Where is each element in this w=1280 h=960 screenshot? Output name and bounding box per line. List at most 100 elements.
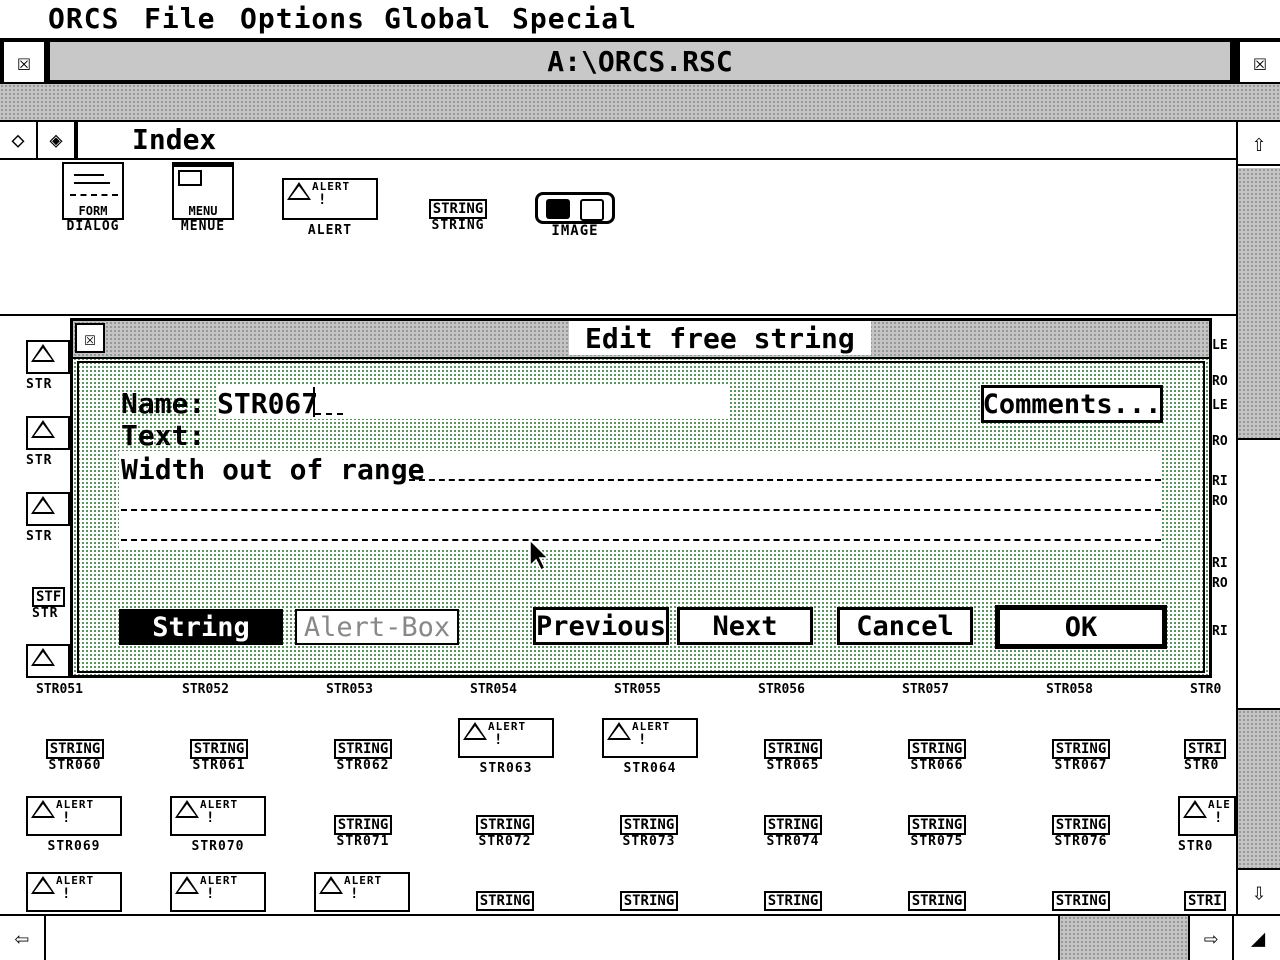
image-icon (535, 192, 615, 224)
index-type-pane: FORM DIALOG MENU MENUE ALERT! ALERT STRI… (0, 160, 1236, 316)
string-icon: STRING (428, 199, 488, 219)
object-item[interactable]: STF STR (32, 586, 72, 621)
pane-toolbar: ◇ ◈ Index (0, 122, 1236, 160)
object-label[interactable]: STR057 (902, 682, 949, 697)
type-string[interactable]: STRING STRING (414, 198, 502, 233)
object-item[interactable]: ALERT! STR063 (458, 718, 554, 776)
menu-bar: ORCS File Options Global Special (0, 0, 1280, 38)
text-line-2[interactable] (119, 485, 1161, 517)
type-string-label: STRING (431, 218, 485, 233)
object-item[interactable]: STRING STR074 (750, 814, 836, 849)
text-line-3[interactable] (119, 517, 1161, 549)
resize-icon[interactable]: ◢ (1236, 916, 1280, 960)
object-item[interactable]: STRING STR067 (1038, 738, 1124, 773)
object-item[interactable]: ALE! STR0 (1178, 796, 1236, 854)
object-item[interactable]: ALERT! (170, 872, 266, 914)
scroll-track-upper[interactable] (1238, 168, 1280, 438)
object-item[interactable]: STRING STR066 (894, 738, 980, 773)
scroll-track-lower[interactable] (1238, 710, 1280, 868)
menu-orcs[interactable]: ORCS (48, 2, 119, 35)
dialog-titlebar[interactable]: ☒ Edit free string (73, 321, 1209, 359)
object-item[interactable]: ALERT! STR069 (26, 796, 122, 854)
object-item[interactable] (26, 644, 70, 682)
object-label[interactable]: STR052 (182, 682, 229, 697)
dialog-title: Edit free string (569, 321, 871, 355)
fullsize-icon[interactable]: ☒ (1238, 40, 1280, 84)
object-label[interactable]: STR051 (36, 682, 83, 697)
type-image[interactable]: IMAGE (530, 192, 620, 238)
object-label[interactable]: STR056 (758, 682, 805, 697)
alert-icon: ALERT! (282, 178, 378, 220)
menu-file[interactable]: File (144, 2, 215, 35)
object-item[interactable]: STR (26, 416, 70, 468)
object-item[interactable]: STRING STR073 (606, 814, 692, 849)
ok-button[interactable]: OK (995, 605, 1167, 649)
object-item[interactable]: STRING STR061 (176, 738, 262, 773)
nav-right-icon[interactable]: ◈ (38, 122, 76, 158)
object-row-1: STR051 STR052 STR053 STR054 STR055 STR05… (0, 682, 1236, 698)
type-string-radio[interactable]: String (119, 609, 283, 645)
object-label[interactable]: STR0 (1190, 682, 1221, 697)
dialog-close-icon[interactable]: ☒ (75, 323, 105, 353)
menu-global[interactable]: Global (384, 2, 491, 35)
object-item[interactable]: STR (26, 340, 70, 392)
comments-button[interactable]: Comments... (981, 385, 1163, 423)
object-item[interactable]: STRING STR060 (32, 738, 118, 773)
object-item[interactable]: STRING (750, 890, 836, 911)
object-item[interactable]: STRI STR0 (1184, 738, 1236, 773)
scroll-down-icon[interactable]: ⇩ (1238, 868, 1280, 914)
text-line-1[interactable]: Width out of range (119, 451, 1161, 486)
object-item[interactable]: STRI (1184, 890, 1236, 911)
object-label[interactable]: STR058 (1046, 682, 1093, 697)
object-item[interactable]: STRING STR072 (462, 814, 548, 849)
object-item[interactable]: ALERT! STR064 (602, 718, 698, 776)
object-item[interactable]: STRING (462, 890, 548, 911)
type-dialog[interactable]: FORM DIALOG (58, 162, 128, 234)
menu-options[interactable]: Options (240, 2, 365, 35)
object-item[interactable]: ALERT! (26, 872, 122, 914)
mouse-pointer-icon (529, 538, 550, 572)
object-item[interactable]: STRING STR065 (750, 738, 836, 773)
previous-button[interactable]: Previous (533, 607, 669, 645)
next-button[interactable]: Next (677, 607, 813, 645)
scroll-right-icon[interactable]: ⇨ (1188, 916, 1234, 960)
close-icon[interactable]: ☒ (2, 40, 46, 84)
window-title[interactable]: A:\ORCS.RSC (48, 40, 1232, 82)
name-label: Name: (121, 387, 206, 420)
object-item[interactable]: ALERT! STR070 (170, 796, 266, 854)
object-item[interactable]: STR (26, 492, 70, 544)
pane-title: Index (132, 123, 217, 156)
right-column-labels: LE RO LE RO RI RO RI RO RI (1212, 338, 1228, 639)
type-alert-radio[interactable]: Alert-Box (295, 609, 459, 645)
object-item[interactable]: STRING STR075 (894, 814, 980, 849)
object-label[interactable]: STR055 (614, 682, 661, 697)
object-item[interactable]: ALERT! (314, 872, 410, 914)
edit-string-dialog: ☒ Edit free string Name: STR067 Text: Wi… (70, 318, 1212, 678)
name-field[interactable]: STR067 (217, 385, 729, 420)
scroll-left-icon[interactable]: ⇦ (0, 916, 46, 960)
vertical-scrollbar[interactable]: ⇧ ⇩ (1236, 122, 1280, 914)
object-label[interactable]: STR054 (470, 682, 517, 697)
text-label: Text: (121, 419, 206, 452)
cancel-button[interactable]: Cancel (837, 607, 973, 645)
object-item[interactable]: STRING STR071 (320, 814, 406, 849)
scroll-thumb[interactable] (1238, 438, 1280, 710)
object-item[interactable]: STRING (606, 890, 692, 911)
object-item[interactable]: STRING (894, 890, 980, 911)
hscroll-thumb[interactable] (48, 916, 1058, 960)
type-menue[interactable]: MENU MENUE (168, 162, 238, 234)
type-alert[interactable]: ALERT! ALERT (282, 178, 378, 238)
object-label[interactable]: STR053 (326, 682, 373, 697)
type-image-label: IMAGE (551, 223, 599, 239)
scroll-up-icon[interactable]: ⇧ (1238, 122, 1280, 166)
hscroll-track[interactable] (1058, 916, 1188, 960)
menu-icon: MENU (172, 162, 234, 220)
nav-left-icon[interactable]: ◇ (0, 122, 38, 158)
object-item[interactable]: STRING STR062 (320, 738, 406, 773)
object-item[interactable]: STRING STR076 (1038, 814, 1124, 849)
window-info-line (0, 84, 1280, 122)
type-alert-label: ALERT (307, 223, 353, 238)
horizontal-scrollbar[interactable]: ⇦ ⇨ ◢ (0, 914, 1280, 960)
object-item[interactable]: STRING (1038, 890, 1124, 911)
menu-special[interactable]: Special (512, 2, 637, 35)
